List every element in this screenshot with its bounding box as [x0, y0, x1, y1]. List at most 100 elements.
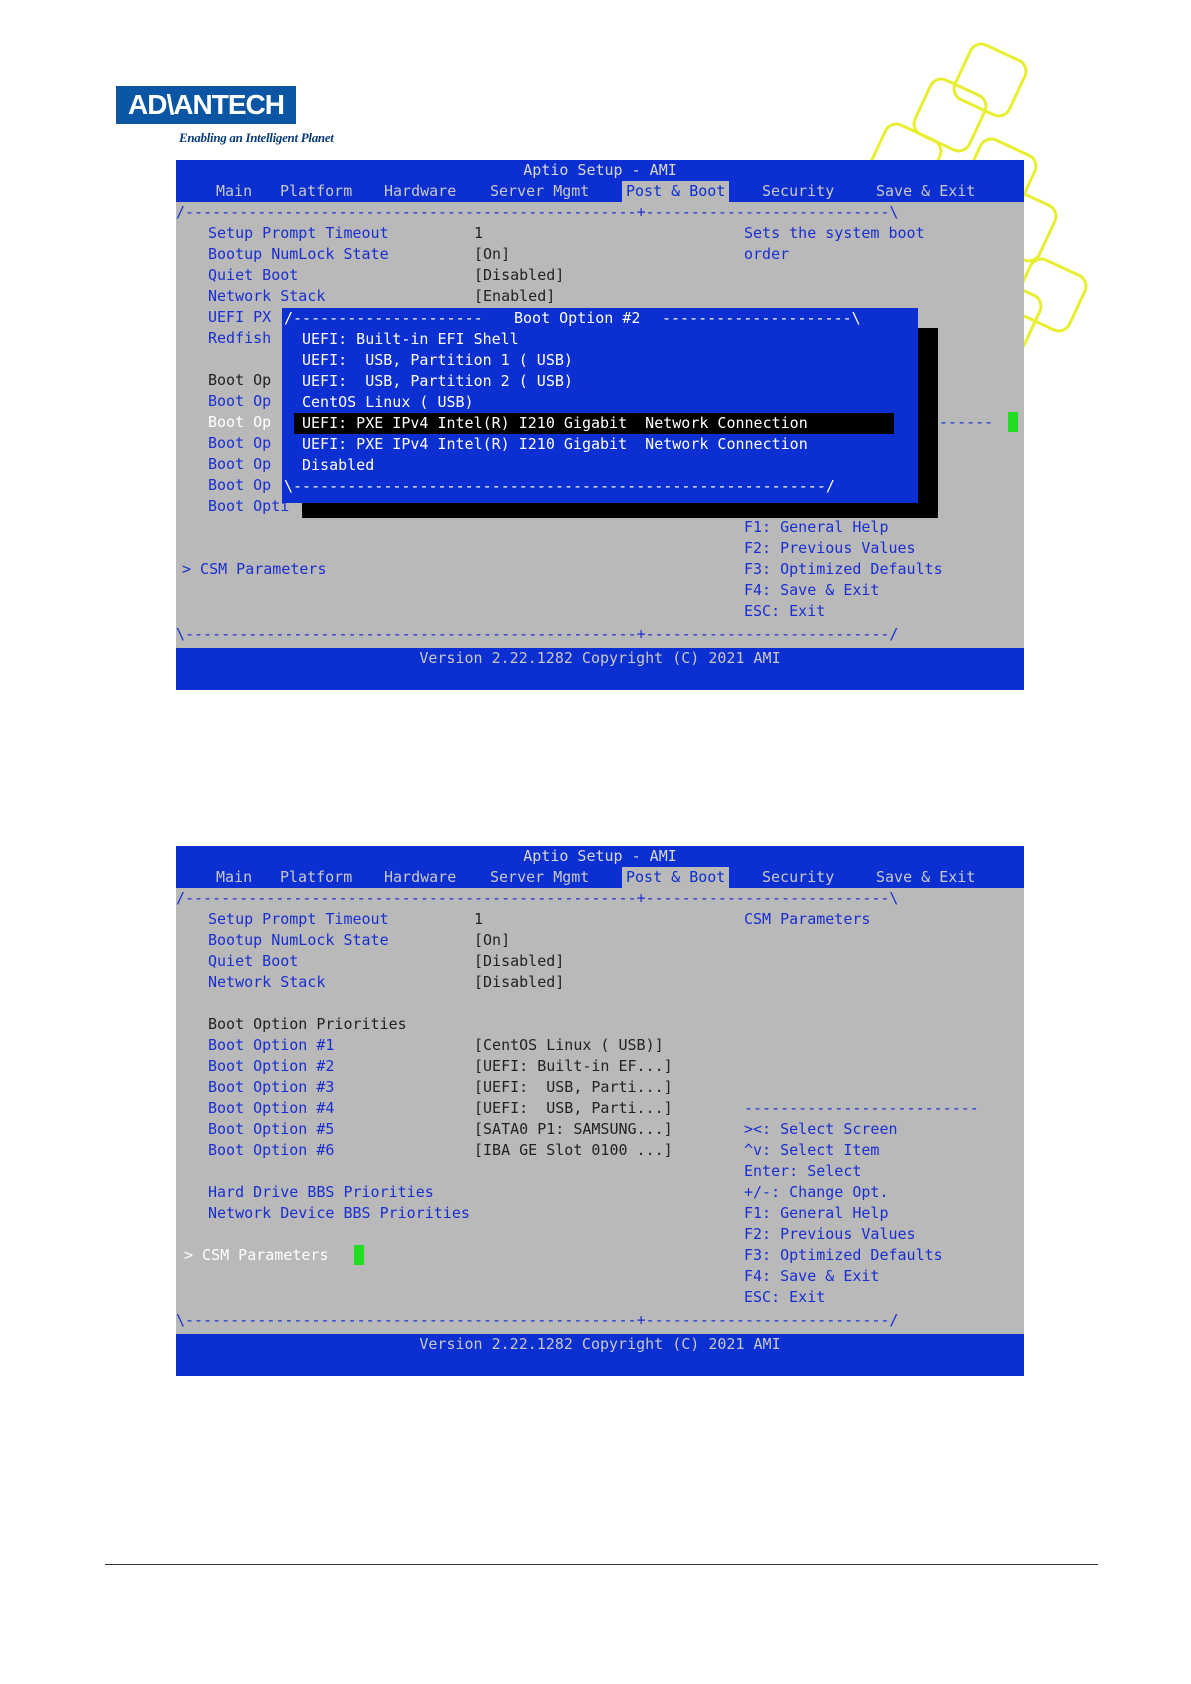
- boot-option-label[interactable]: Boot Option #2: [208, 1056, 334, 1077]
- key-help: F4: Save & Exit: [744, 581, 880, 599]
- boot-option-value: [CentOS Linux ( USB)]: [474, 1036, 664, 1054]
- popup-option[interactable]: UEFI: USB, Partition 2 ( USB): [294, 371, 573, 392]
- setting-value: [Disabled]: [474, 973, 565, 991]
- popup-title: Boot Option #2: [514, 309, 641, 327]
- page-footer-rule: [105, 1564, 1098, 1565]
- help-divider: -------: [930, 413, 994, 431]
- bios-title: Aptio Setup - AMI: [176, 160, 1024, 181]
- setting-label[interactable]: Quiet Boot: [208, 265, 298, 286]
- bios-version: Version 2.22.1282 Copyright (C) 2021 AMI: [176, 648, 1024, 669]
- tab-security[interactable]: Security: [758, 181, 838, 202]
- popup-option-selected[interactable]: UEFI: PXE IPv4 Intel(R) I210 Gigabit Net…: [294, 413, 894, 434]
- setting-value: 1: [474, 910, 484, 928]
- setting-label[interactable]: Quiet Boot: [208, 951, 298, 972]
- setting-label[interactable]: Bootup NumLock State: [208, 930, 389, 951]
- setting-value: [On]: [474, 245, 511, 263]
- help-text: Sets the system boot: [744, 224, 925, 242]
- boot-option-label[interactable]: Boot Option #4: [208, 1098, 334, 1119]
- tab-security[interactable]: Security: [758, 867, 838, 888]
- key-help: ^v: Select Item: [744, 1141, 880, 1159]
- popup-option[interactable]: UEFI: PXE IPv4 Intel(R) I210 Gigabit Net…: [294, 434, 808, 455]
- popup-option[interactable]: UEFI: Built-in EFI Shell: [294, 329, 519, 350]
- setting-fragment[interactable]: Boot Opti: [208, 496, 289, 517]
- key-help: F2: Previous Values: [744, 1225, 916, 1243]
- setting-value: [On]: [474, 931, 511, 949]
- boot-option-popup: /--------------------- Boot Option #2 ----…: [282, 308, 918, 503]
- tab-platform[interactable]: Platform: [276, 181, 356, 202]
- key-help: F3: Optimized Defaults: [744, 560, 943, 578]
- boot-priorities-heading: Boot Option Priorities: [208, 1015, 407, 1033]
- tab-main[interactable]: Main: [212, 867, 256, 888]
- logo-text: AD\ANTECH: [128, 89, 285, 120]
- csm-parameters-link-selected[interactable]: > CSM Parameters: [184, 1245, 329, 1266]
- network-device-bbs-link[interactable]: Network Device BBS Priorities: [208, 1203, 470, 1224]
- boot-option-label[interactable]: Boot Option #3: [208, 1077, 334, 1098]
- hard-drive-bbs-link[interactable]: Hard Drive BBS Priorities: [208, 1182, 434, 1203]
- setting-value: [Enabled]: [474, 287, 556, 305]
- tab-server-mgmt[interactable]: Server Mgmt: [486, 867, 593, 888]
- help-divider: --------------------------: [744, 1099, 979, 1117]
- boot-option-label[interactable]: Boot Option #1: [208, 1035, 334, 1056]
- key-help: F2: Previous Values: [744, 539, 916, 557]
- boot-option-value: [IBA GE Slot 0100 ...]: [474, 1141, 673, 1159]
- bios-screen-boot-option-popup: Aptio Setup - AMI Main Platform Hardware…: [176, 160, 1024, 690]
- setting-fragment-highlighted[interactable]: Boot Op: [208, 412, 271, 433]
- frame-top-border: /---------------------------------------…: [176, 203, 899, 221]
- tab-hardware[interactable]: Hardware: [380, 181, 460, 202]
- setting-fragment[interactable]: Redfish: [208, 328, 271, 349]
- setting-label[interactable]: Setup Prompt Timeout: [208, 909, 389, 930]
- setting-fragment[interactable]: Boot Op: [208, 391, 271, 412]
- bios-screen-post-boot: Aptio Setup - AMI Main Platform Hardware…: [176, 846, 1024, 1376]
- key-help: ><: Select Screen: [744, 1120, 898, 1138]
- key-help: ESC: Exit: [744, 602, 826, 620]
- key-help: +/-: Change Opt.: [744, 1183, 889, 1201]
- tab-main[interactable]: Main: [212, 181, 256, 202]
- popup-option[interactable]: UEFI: USB, Partition 1 ( USB): [294, 350, 573, 371]
- popup-option[interactable]: Disabled: [294, 455, 374, 476]
- setting-fragment[interactable]: Boot Op: [208, 475, 271, 496]
- tab-post-boot[interactable]: Post & Boot: [622, 867, 730, 888]
- frame-bottom-border: \---------------------------------------…: [176, 625, 899, 643]
- tab-save-exit[interactable]: Save & Exit: [872, 181, 979, 202]
- tab-platform[interactable]: Platform: [276, 867, 356, 888]
- tagline: Enabling an Intelligent Planet: [179, 130, 334, 145]
- tab-post-boot[interactable]: Post & Boot: [622, 181, 730, 202]
- tab-save-exit[interactable]: Save & Exit: [872, 867, 979, 888]
- help-text: order: [744, 245, 790, 263]
- setting-fragment[interactable]: Boot Op: [208, 433, 271, 454]
- key-help: F1: General Help: [744, 518, 889, 536]
- boot-option-value: [UEFI: USB, Parti...]: [474, 1078, 673, 1096]
- tab-hardware[interactable]: Hardware: [380, 867, 460, 888]
- key-help: F3: Optimized Defaults: [744, 1246, 943, 1264]
- bios-title: Aptio Setup - AMI: [176, 846, 1024, 867]
- key-help: F4: Save & Exit: [744, 1267, 880, 1285]
- help-text: CSM Parameters: [744, 910, 871, 928]
- advantech-logo: AD\ANTECH: [116, 86, 296, 124]
- setting-value: [Disabled]: [474, 266, 565, 284]
- cursor-marker: [1008, 412, 1018, 432]
- boot-option-value: [SATA0 P1: SAMSUNG...]: [474, 1120, 673, 1138]
- key-help: Enter: Select: [744, 1162, 862, 1180]
- setting-label[interactable]: Network Stack: [208, 972, 325, 993]
- boot-option-label[interactable]: Boot Option #6: [208, 1140, 334, 1161]
- setting-label[interactable]: Setup Prompt Timeout: [208, 223, 389, 244]
- setting-fragment[interactable]: Boot Op: [208, 454, 271, 475]
- boot-option-value: [UEFI: USB, Parti...]: [474, 1099, 673, 1117]
- setting-fragment: Boot Op: [208, 371, 272, 389]
- csm-parameters-link[interactable]: > CSM Parameters: [182, 559, 327, 580]
- frame-top-border: /---------------------------------------…: [176, 889, 899, 907]
- popup-bottom-border: \---------------------------------------…: [284, 477, 835, 495]
- boot-option-label[interactable]: Boot Option #5: [208, 1119, 334, 1140]
- setting-value: [Disabled]: [474, 952, 565, 970]
- setting-fragment[interactable]: UEFI PX: [208, 307, 271, 328]
- setting-label[interactable]: Network Stack: [208, 286, 325, 307]
- bios-footer-bar: AB: [176, 669, 1024, 690]
- bios-footer-bar: AB: [176, 1355, 1024, 1376]
- bios-menu-bar: Main Platform Hardware Server Mgmt Post …: [176, 181, 1024, 202]
- setting-label[interactable]: Bootup NumLock State: [208, 244, 389, 265]
- tab-server-mgmt[interactable]: Server Mgmt: [486, 181, 593, 202]
- popup-option[interactable]: CentOS Linux ( USB): [294, 392, 474, 413]
- bios-version: Version 2.22.1282 Copyright (C) 2021 AMI: [176, 1334, 1024, 1355]
- cursor-marker: [354, 1245, 364, 1265]
- bios-menu-bar: Main Platform Hardware Server Mgmt Post …: [176, 867, 1024, 888]
